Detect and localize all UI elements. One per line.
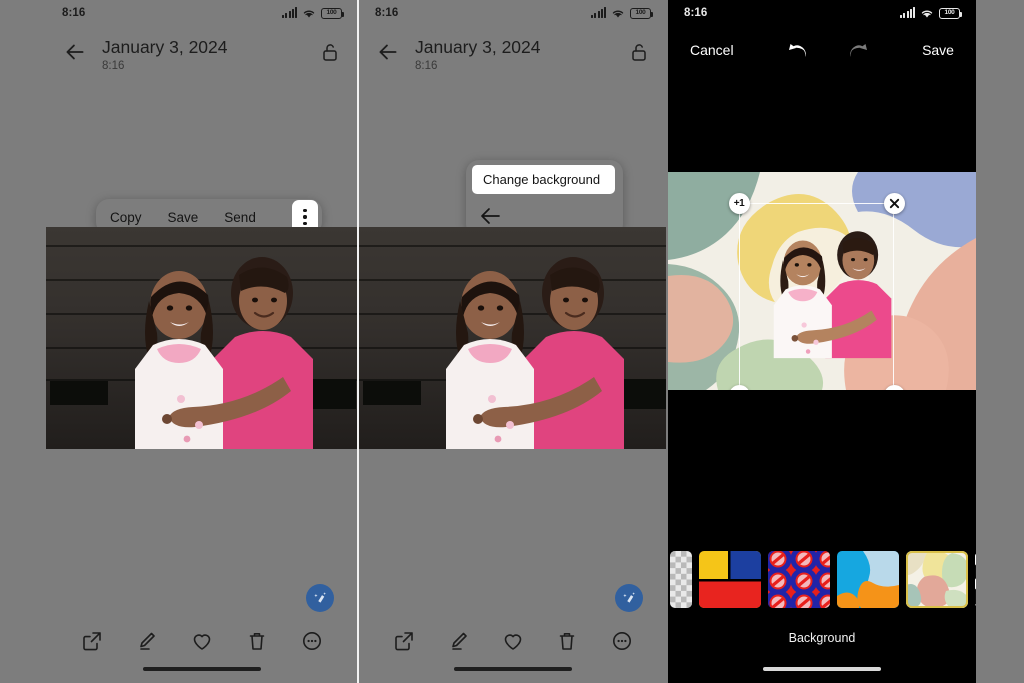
battery-level-text: 100 [326, 8, 337, 16]
unlocked-padlock-icon[interactable] [318, 39, 342, 65]
battery-level-text: 100 [944, 8, 955, 16]
undo-redo-group [784, 39, 872, 61]
panel-photo-viewer-context-menu: 8:16 100 January 3, 2024 8:16 Copy Save … [46, 0, 358, 683]
more-circle-icon[interactable] [610, 629, 634, 653]
status-bar-icons: 100 [591, 7, 654, 19]
menu-item-send[interactable]: Send [224, 210, 256, 225]
delete-trash-icon[interactable] [555, 629, 579, 653]
panel-divider-2 [666, 0, 668, 683]
magic-eraser-fab[interactable] [306, 584, 334, 612]
battery-level-text: 100 [635, 8, 646, 16]
save-button[interactable]: Save [922, 42, 954, 58]
signal-icon [282, 7, 297, 18]
redo-arrow-icon[interactable] [848, 39, 872, 61]
home-indicator [763, 667, 881, 671]
favorite-heart-icon[interactable] [501, 629, 525, 653]
edit-pencil-icon[interactable] [135, 629, 159, 653]
editor-canvas[interactable]: +1 [668, 172, 976, 390]
page-subtitle: 8:16 [415, 60, 438, 72]
background-thumb-red-blue-circles[interactable] [768, 550, 830, 608]
delete-trash-icon[interactable] [245, 629, 269, 653]
panel-background-editor: 8:16 100 Cancel Save +1 Background [668, 0, 976, 683]
background-thumbnail-strip[interactable] [668, 548, 976, 610]
magic-eraser-icon [313, 591, 326, 603]
background-thumb-diagonal-stripes[interactable] [975, 550, 976, 608]
bottom-toolbar [359, 615, 667, 683]
magic-eraser-icon [622, 591, 635, 603]
editor-action-bar: Cancel Save [668, 26, 976, 74]
app-bar-titles: January 3, 2024 8:16 [415, 36, 627, 74]
panel-change-background-dropdown: 8:16 100 January 3, 2024 8:16 Change bac… [359, 0, 667, 683]
status-bar: 8:16 100 [668, 0, 976, 26]
home-indicator [143, 667, 261, 671]
status-bar-time: 8:16 [62, 7, 86, 19]
signal-icon [591, 7, 606, 18]
photo-subjects-two-children [135, 257, 313, 449]
favorite-heart-icon[interactable] [190, 629, 214, 653]
add-layer-badge[interactable]: +1 [728, 192, 750, 214]
background-thumb-blue-orange-abstract[interactable] [837, 550, 899, 608]
share-icon[interactable] [80, 629, 104, 653]
battery-icon: 100 [630, 7, 654, 19]
back-arrow-icon[interactable] [478, 206, 502, 226]
background-thumb-checkerboard-transparent[interactable] [670, 550, 692, 608]
editor-mode-label: Background [788, 631, 856, 645]
add-layer-badge-label: +1 [733, 197, 745, 209]
cancel-button[interactable]: Cancel [690, 42, 734, 58]
close-x-icon[interactable] [883, 192, 905, 214]
more-circle-icon[interactable] [300, 629, 324, 653]
wifi-icon [303, 10, 315, 17]
photo-subjects-two-children [446, 257, 624, 449]
page-title: January 3, 2024 [415, 37, 541, 57]
menu-item-save[interactable]: Save [168, 210, 199, 225]
photo-original[interactable] [46, 227, 358, 449]
battery-icon: 100 [321, 7, 345, 19]
menu-item-change-background-label: Change background [483, 172, 601, 187]
battery-icon: 100 [939, 7, 963, 19]
status-bar-time: 8:16 [684, 7, 708, 19]
background-thumb-mondrian-blocks[interactable] [699, 550, 761, 608]
status-bar-icons: 100 [282, 7, 345, 19]
photo-original[interactable] [359, 227, 667, 449]
status-bar-time: 8:16 [375, 7, 399, 19]
wifi-icon [921, 10, 933, 17]
status-bar-icons: 100 [900, 7, 963, 19]
status-bar: 8:16 100 [46, 0, 358, 26]
signal-icon [900, 7, 915, 18]
share-icon[interactable] [392, 629, 416, 653]
page-subtitle: 8:16 [102, 60, 125, 72]
wifi-icon [612, 10, 624, 17]
subject-selection-box[interactable]: +1 [728, 192, 905, 390]
bottom-toolbar [46, 615, 358, 683]
change-background-dropdown: Change background [466, 160, 623, 237]
page-title: January 3, 2024 [102, 37, 228, 57]
back-arrow-icon[interactable] [375, 39, 401, 65]
undo-arrow-icon[interactable] [784, 39, 808, 61]
menu-item-copy[interactable]: Copy [110, 210, 142, 225]
screenshot-stage: 8:16 100 January 3, 2024 8:16 Copy Save … [0, 0, 1024, 683]
back-arrow-icon[interactable] [62, 39, 88, 65]
app-bar-titles: January 3, 2024 8:16 [102, 36, 318, 74]
menu-item-change-background[interactable]: Change background [472, 165, 615, 194]
background-thumb-pastel-organic-shapes[interactable] [906, 550, 968, 608]
app-bar: January 3, 2024 8:16 [359, 26, 667, 82]
unlocked-padlock-icon[interactable] [627, 39, 651, 65]
app-bar: January 3, 2024 8:16 [46, 26, 358, 82]
edit-pencil-icon[interactable] [447, 629, 471, 653]
status-bar: 8:16 100 [359, 0, 667, 26]
magic-eraser-fab[interactable] [615, 584, 643, 612]
home-indicator [454, 667, 572, 671]
